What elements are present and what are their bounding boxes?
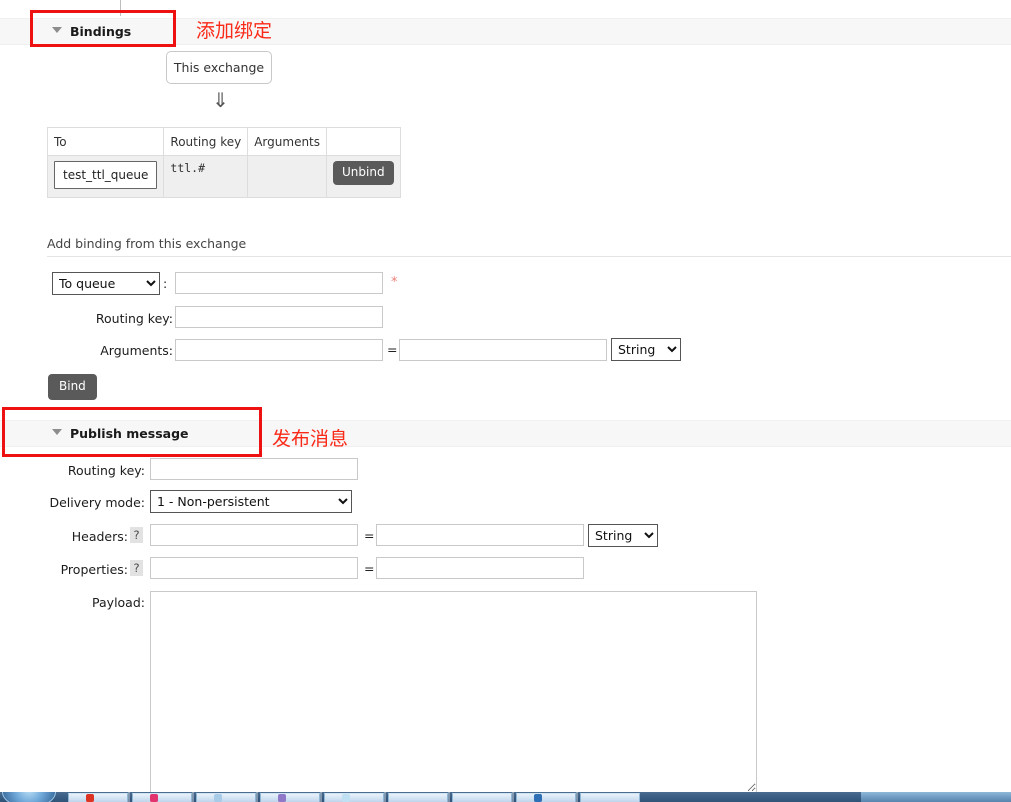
taskbar-item[interactable] bbox=[260, 793, 320, 802]
binding-routing-key-label: Routing key: bbox=[95, 311, 173, 326]
binding-down-arrow-icon: ⇓ bbox=[212, 88, 229, 112]
bindings-table-header-row: To Routing key Arguments bbox=[46, 127, 401, 156]
publish-routing-key-input[interactable] bbox=[150, 458, 358, 480]
bindings-annotation-text: 添加绑定 bbox=[196, 20, 273, 42]
app-icon[interactable] bbox=[150, 794, 158, 802]
taskbar-item[interactable] bbox=[580, 793, 640, 802]
taskbar-item[interactable] bbox=[132, 793, 192, 802]
binding-routing-key-input[interactable] bbox=[175, 306, 383, 328]
taskbar-divider bbox=[512, 792, 514, 802]
windows-taskbar bbox=[0, 792, 1011, 802]
publish-highlight-box bbox=[2, 407, 262, 457]
binding-routing-key-cell: ttl.# bbox=[163, 155, 249, 198]
col-header-to: To bbox=[46, 127, 165, 156]
taskbar-item[interactable] bbox=[324, 793, 384, 802]
binding-arguments-equals: = bbox=[387, 342, 398, 357]
add-binding-divider bbox=[47, 256, 1011, 257]
binding-arguments-value-input[interactable] bbox=[399, 339, 607, 361]
binding-arguments-cell bbox=[247, 155, 328, 198]
taskbar-item[interactable] bbox=[516, 793, 576, 802]
taskbar-divider bbox=[320, 792, 322, 802]
taskbar-divider bbox=[576, 792, 578, 802]
taskbar-item[interactable] bbox=[452, 793, 512, 802]
headers-value-input[interactable] bbox=[376, 524, 584, 546]
headers-label: Headers: bbox=[71, 529, 128, 544]
destination-colon: : bbox=[163, 276, 168, 291]
taskbar-item[interactable] bbox=[196, 793, 256, 802]
taskbar-divider bbox=[448, 792, 450, 802]
taskbar-item[interactable] bbox=[388, 793, 448, 802]
taskbar-divider bbox=[256, 792, 258, 802]
properties-label: Properties: bbox=[60, 562, 128, 577]
unbind-button[interactable]: Unbind bbox=[333, 161, 394, 185]
properties-value-input[interactable] bbox=[376, 557, 584, 579]
properties-equals: = bbox=[364, 561, 375, 576]
app-icon[interactable] bbox=[86, 794, 94, 802]
col-header-actions bbox=[326, 127, 401, 156]
taskbar-divider bbox=[192, 792, 194, 802]
headers-type-select[interactable]: String bbox=[588, 524, 658, 547]
bindings-highlight-box bbox=[30, 10, 176, 47]
system-tray[interactable] bbox=[861, 792, 1011, 802]
app-icon[interactable] bbox=[278, 794, 286, 802]
headers-help-icon[interactable]: ? bbox=[130, 527, 143, 543]
add-binding-heading: Add binding from this exchange bbox=[47, 236, 247, 251]
publish-routing-key-label: Routing key: bbox=[67, 463, 145, 478]
this-exchange-label: This exchange bbox=[173, 60, 265, 75]
payload-label: Payload: bbox=[92, 595, 145, 610]
required-asterisk: * bbox=[391, 275, 398, 290]
binding-arguments-type-select[interactable]: String bbox=[611, 338, 681, 361]
taskbar-divider bbox=[128, 792, 130, 802]
publish-annotation-text: 发布消息 bbox=[272, 428, 349, 450]
binding-destination-input[interactable] bbox=[175, 272, 383, 294]
start-button-icon[interactable] bbox=[2, 792, 56, 802]
taskbar-divider bbox=[384, 792, 386, 802]
bind-button[interactable]: Bind bbox=[48, 374, 97, 400]
app-icon[interactable] bbox=[534, 794, 542, 802]
binding-arguments-key-input[interactable] bbox=[175, 339, 383, 361]
taskbar-item[interactable] bbox=[68, 793, 128, 802]
delivery-mode-select[interactable]: 1 - Non-persistent bbox=[150, 490, 352, 513]
exchange-detail-page: Bindings 添加绑定 This exchange ⇓ To Routing… bbox=[0, 0, 1011, 802]
headers-key-input[interactable] bbox=[150, 524, 358, 546]
table-row: test_ttl_queue ttl.# Unbind bbox=[46, 155, 401, 198]
queue-link[interactable]: test_ttl_queue bbox=[54, 161, 158, 189]
payload-textarea[interactable] bbox=[150, 591, 757, 793]
app-icon[interactable] bbox=[342, 794, 350, 802]
col-header-routing-key: Routing key bbox=[163, 127, 249, 156]
this-exchange-node: This exchange bbox=[166, 51, 272, 84]
col-header-arguments: Arguments bbox=[247, 127, 328, 156]
binding-to-cell: test_ttl_queue bbox=[46, 155, 165, 198]
binding-arguments-label: Arguments: bbox=[100, 343, 173, 358]
binding-action-cell: Unbind bbox=[326, 155, 401, 198]
app-icon[interactable] bbox=[214, 794, 222, 802]
headers-equals: = bbox=[364, 528, 375, 543]
binding-routing-key-value: ttl.# bbox=[170, 161, 206, 175]
delivery-mode-label: Delivery mode: bbox=[49, 495, 145, 510]
properties-help-icon[interactable]: ? bbox=[130, 560, 143, 576]
properties-key-input[interactable] bbox=[150, 557, 358, 579]
bindings-table: To Routing key Arguments test_ttl_queue … bbox=[46, 127, 401, 198]
binding-destination-type-select[interactable]: To queue bbox=[52, 272, 160, 295]
